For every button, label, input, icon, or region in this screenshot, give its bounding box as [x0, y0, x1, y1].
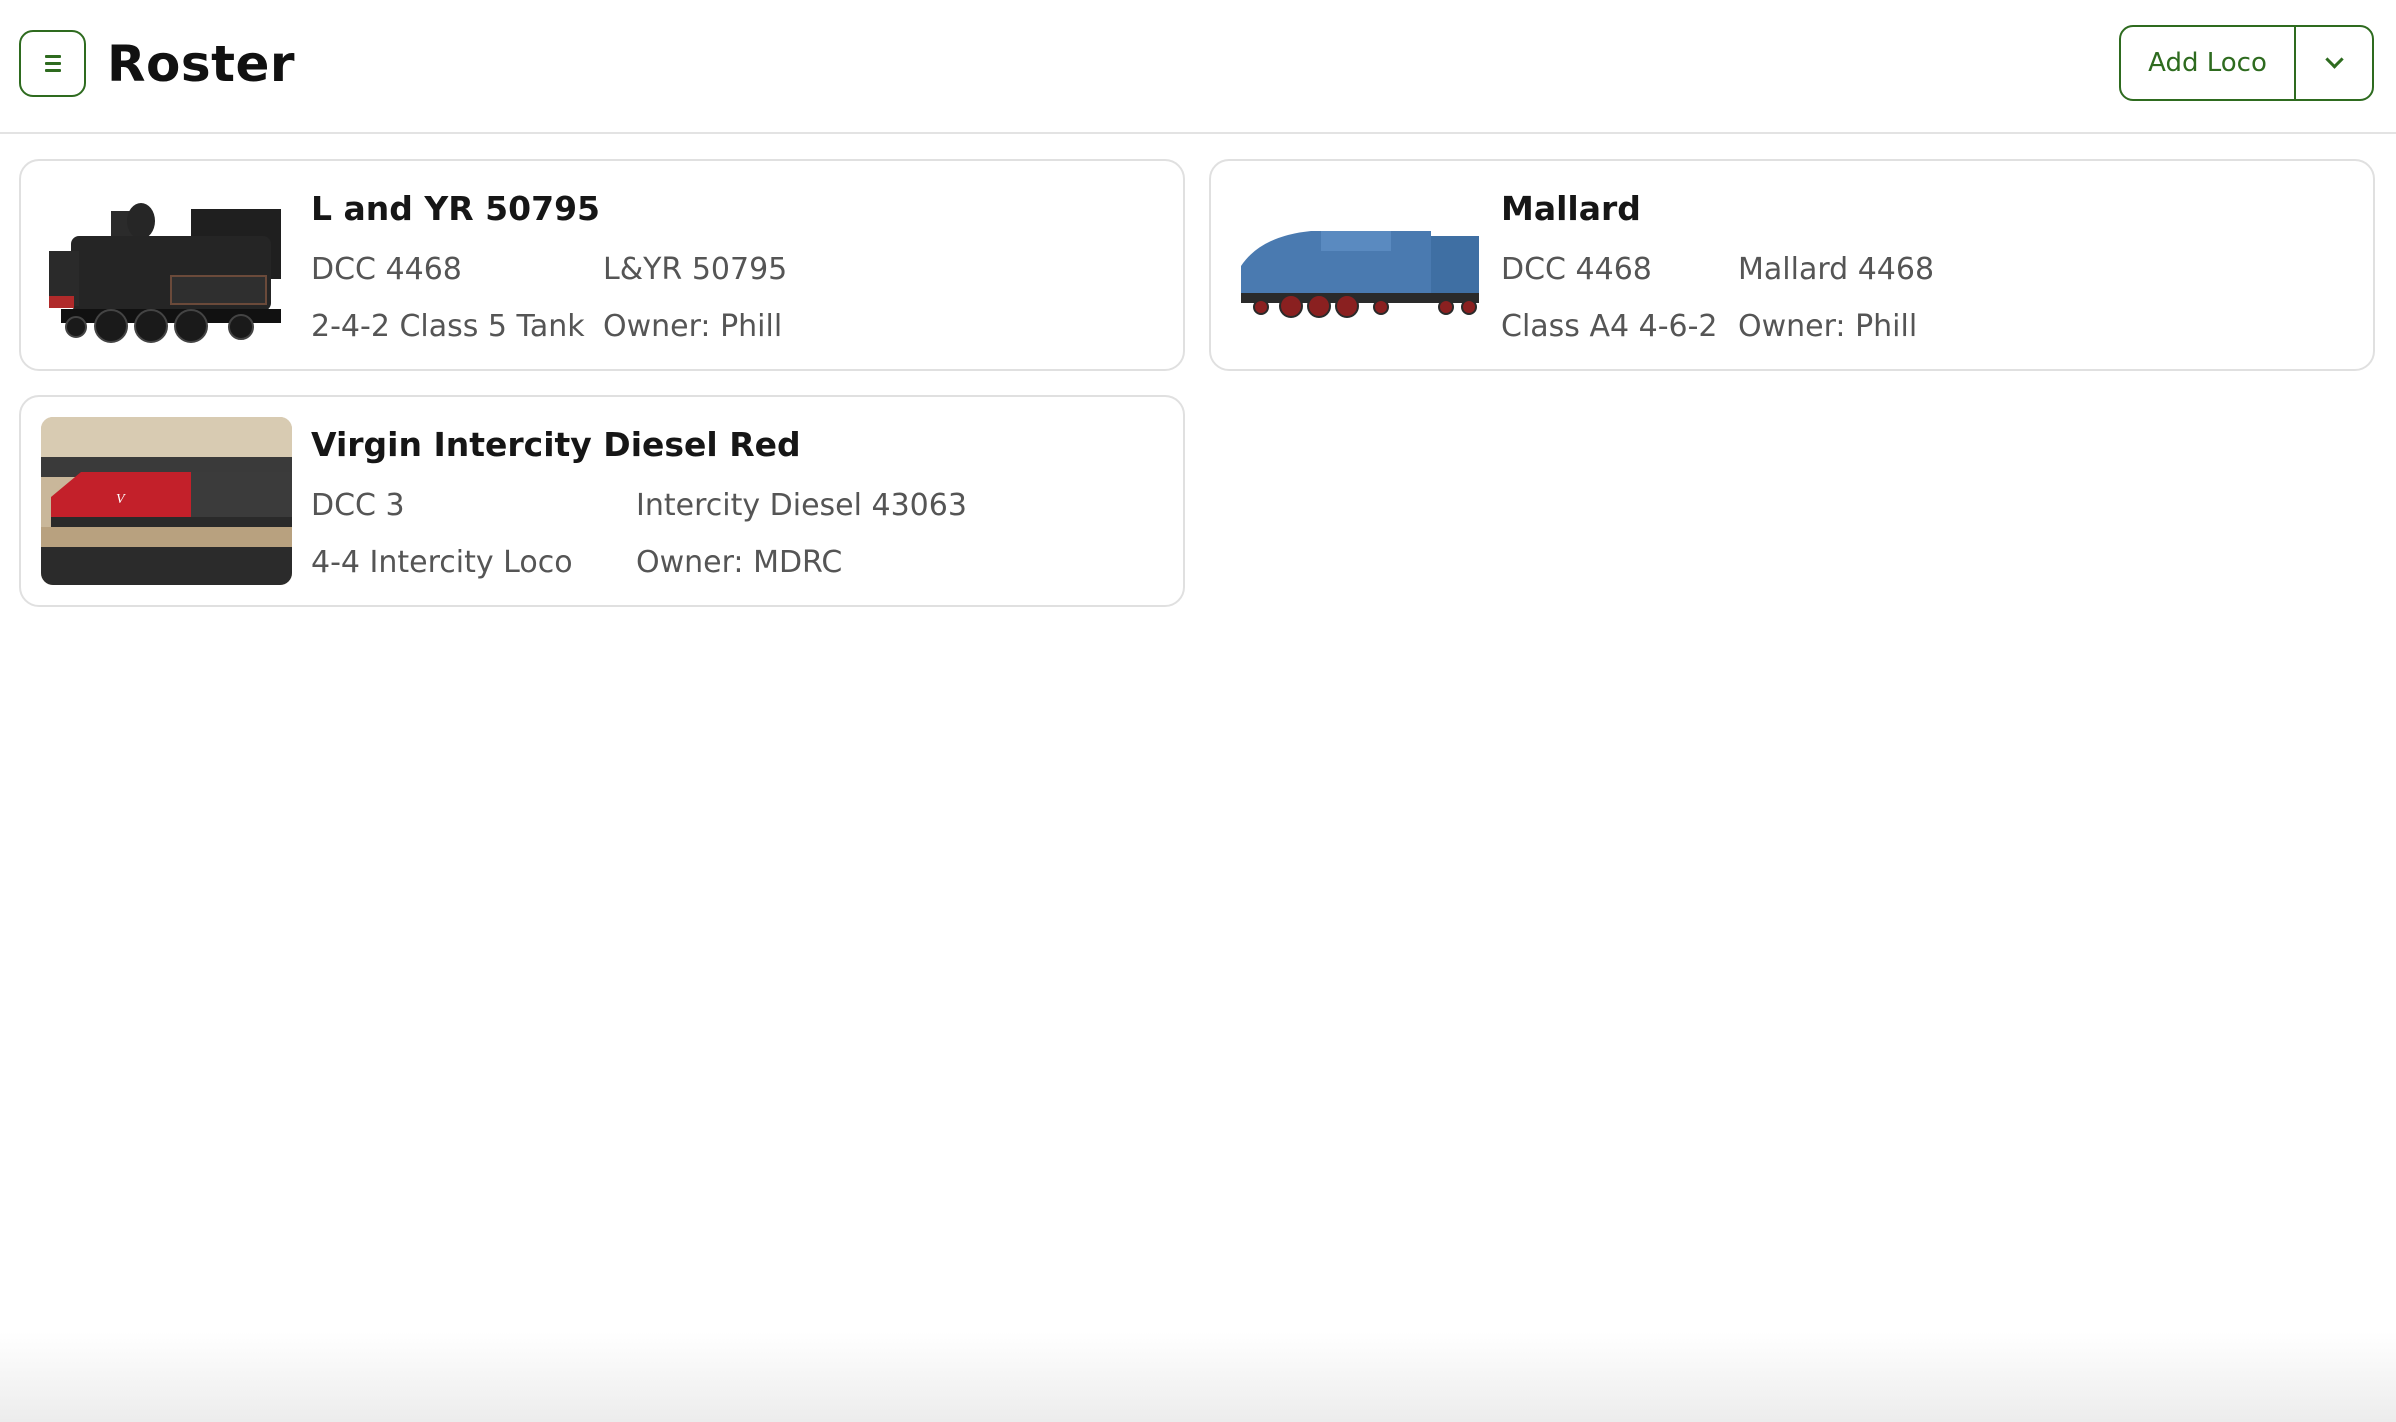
add-loco-dropdown-button[interactable] — [2296, 27, 2372, 99]
loco-class: Class A4 4-6-2 — [1501, 309, 1718, 344]
loco-owner: Owner: Phill — [1738, 309, 1918, 344]
hamburger-icon — [44, 55, 61, 72]
menu-button[interactable] — [19, 30, 86, 97]
loco-photo: V — [41, 417, 292, 585]
loco-number: Mallard 4468 — [1738, 252, 1935, 287]
svg-text:V: V — [116, 492, 126, 507]
loco-name: L and YR 50795 — [311, 189, 600, 228]
loco-name: Mallard — [1501, 189, 1641, 228]
loco-class: 4-4 Intercity Loco — [311, 545, 573, 580]
loco-card[interactable]: L and YR 50795 DCC 4468 L&YR 50795 2-4-2… — [19, 159, 1185, 371]
add-loco-button[interactable]: Add Loco — [2121, 27, 2296, 99]
loco-number: L&YR 50795 — [603, 252, 788, 287]
loco-number: Intercity Diesel 43063 — [636, 488, 967, 523]
loco-dcc-address: DCC 3 — [311, 488, 405, 523]
loco-dcc-address: DCC 4468 — [1501, 252, 1652, 287]
chevron-down-icon — [2324, 50, 2344, 69]
loco-name: Virgin Intercity Diesel Red — [311, 425, 801, 464]
bottom-fade — [0, 1332, 2396, 1422]
loco-dcc-address: DCC 4468 — [311, 252, 462, 287]
loco-photo — [41, 181, 292, 349]
loco-owner: Owner: MDRC — [636, 545, 843, 580]
add-loco-button-group: Add Loco — [2119, 25, 2374, 101]
page-title: Roster — [107, 34, 296, 93]
loco-card[interactable]: Mallard DCC 4468 Mallard 4468 Class A4 4… — [1209, 159, 2375, 371]
app-header: Roster Add Loco — [0, 0, 2396, 134]
loco-photo — [1231, 181, 1482, 349]
loco-card[interactable]: V Virgin Intercity Diesel Red DCC 3 Inte… — [19, 395, 1185, 607]
loco-owner: Owner: Phill — [603, 309, 783, 344]
loco-class: 2-4-2 Class 5 Tank — [311, 309, 585, 344]
